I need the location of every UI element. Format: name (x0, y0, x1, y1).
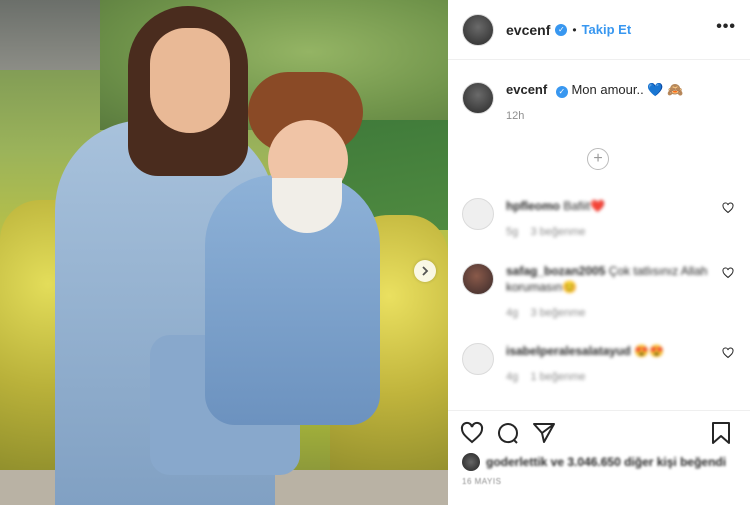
more-options-icon[interactable]: ••• (716, 18, 736, 36)
caption-timestamp: 12h (506, 110, 525, 122)
post-side-panel: evcenf ✓ • Takip Et ••• evcenf ✓ Mon amo… (448, 0, 750, 505)
bookmark-icon[interactable] (710, 421, 732, 445)
comment-item: safag_bozan2005 Çok tatlısınız Allah kor… (462, 263, 742, 321)
commenter-avatar[interactable] (462, 263, 494, 295)
like-heart-icon[interactable] (460, 421, 484, 445)
likes-summary[interactable]: goderlettik ve 3.046.650 diğer kişi beğe… (448, 445, 750, 471)
post-header: evcenf ✓ • Takip Et ••• (448, 0, 750, 60)
caption-emojis: 💙 🙈 (647, 82, 684, 97)
caption-username[interactable]: evcenf (506, 82, 547, 97)
heart-outline-icon[interactable] (722, 267, 734, 279)
load-more-comments-button[interactable]: + (587, 148, 609, 170)
post-date: 16 MAYIS (462, 477, 502, 486)
comment-username[interactable]: hpfleomo (506, 199, 560, 213)
caption: evcenf ✓ Mon amour.. 💙 🙈 12h (448, 60, 750, 124)
header-separator: • (572, 22, 577, 37)
comment-meta: 4g 1 beğenme (506, 369, 716, 385)
author-avatar[interactable] (462, 13, 494, 46)
commenter-avatar[interactable] (462, 198, 494, 230)
background-building (0, 0, 110, 70)
liker-avatar (462, 453, 480, 471)
comment-text: 😍😍 (634, 344, 664, 358)
comment-age: 5g (506, 226, 519, 238)
caption-body: evcenf ✓ Mon amour.. 💙 🙈 12h (506, 82, 683, 124)
follow-button[interactable]: Takip Et (582, 22, 632, 37)
comment-body: isabelperalesalatayud 😍😍 4g 1 beğenme (506, 343, 716, 385)
comment-text: Bafiit❤️ (563, 199, 605, 213)
comment-meta: 4g 3 beğenme (506, 305, 716, 321)
post-photo[interactable] (0, 0, 448, 505)
comment-bubble-icon[interactable] (496, 421, 520, 445)
next-image-button[interactable] (414, 260, 436, 282)
post-actions: goderlettik ve 3.046.650 diğer kişi beğe… (448, 410, 750, 505)
verified-badge-icon: ✓ (555, 23, 568, 36)
comment-age: 4g (506, 307, 519, 319)
comment-age: 4g (506, 371, 519, 383)
likes-text[interactable]: goderlettik ve 3.046.650 diğer kişi beğe… (486, 455, 726, 469)
caption-text: Mon amour.. (571, 82, 644, 97)
comment-username[interactable]: isabelperalesalatayud (506, 344, 631, 358)
comment-username[interactable]: safag_bozan2005 (506, 264, 605, 278)
chevron-right-icon (422, 266, 429, 276)
action-icons (448, 411, 750, 445)
comment-item: hpfleomo Bafiit❤️ 5g 3 beğenme (462, 198, 742, 240)
heart-outline-icon[interactable] (722, 202, 734, 214)
commenter-avatar[interactable] (462, 343, 494, 375)
caption-avatar[interactable] (462, 82, 494, 114)
share-paper-plane-icon[interactable] (532, 421, 556, 445)
heart-outline-icon[interactable] (722, 347, 734, 359)
verified-badge-icon: ✓ (555, 86, 568, 98)
comment-likes[interactable]: 3 beğenme (530, 307, 585, 319)
mother-face (150, 28, 230, 133)
author-username[interactable]: evcenf (506, 22, 550, 38)
comment-body: safag_bozan2005 Çok tatlısınız Allah kor… (506, 263, 716, 321)
comment-body: hpfleomo Bafiit❤️ 5g 3 beğenme (506, 198, 716, 240)
comment-meta: 5g 3 beğenme (506, 224, 716, 240)
comment-item: isabelperalesalatayud 😍😍 4g 1 beğenme (462, 343, 742, 385)
comment-likes[interactable]: 3 beğenme (530, 226, 585, 238)
plus-circle-icon: + (593, 150, 603, 167)
comment-likes[interactable]: 1 beğenme (530, 371, 585, 383)
